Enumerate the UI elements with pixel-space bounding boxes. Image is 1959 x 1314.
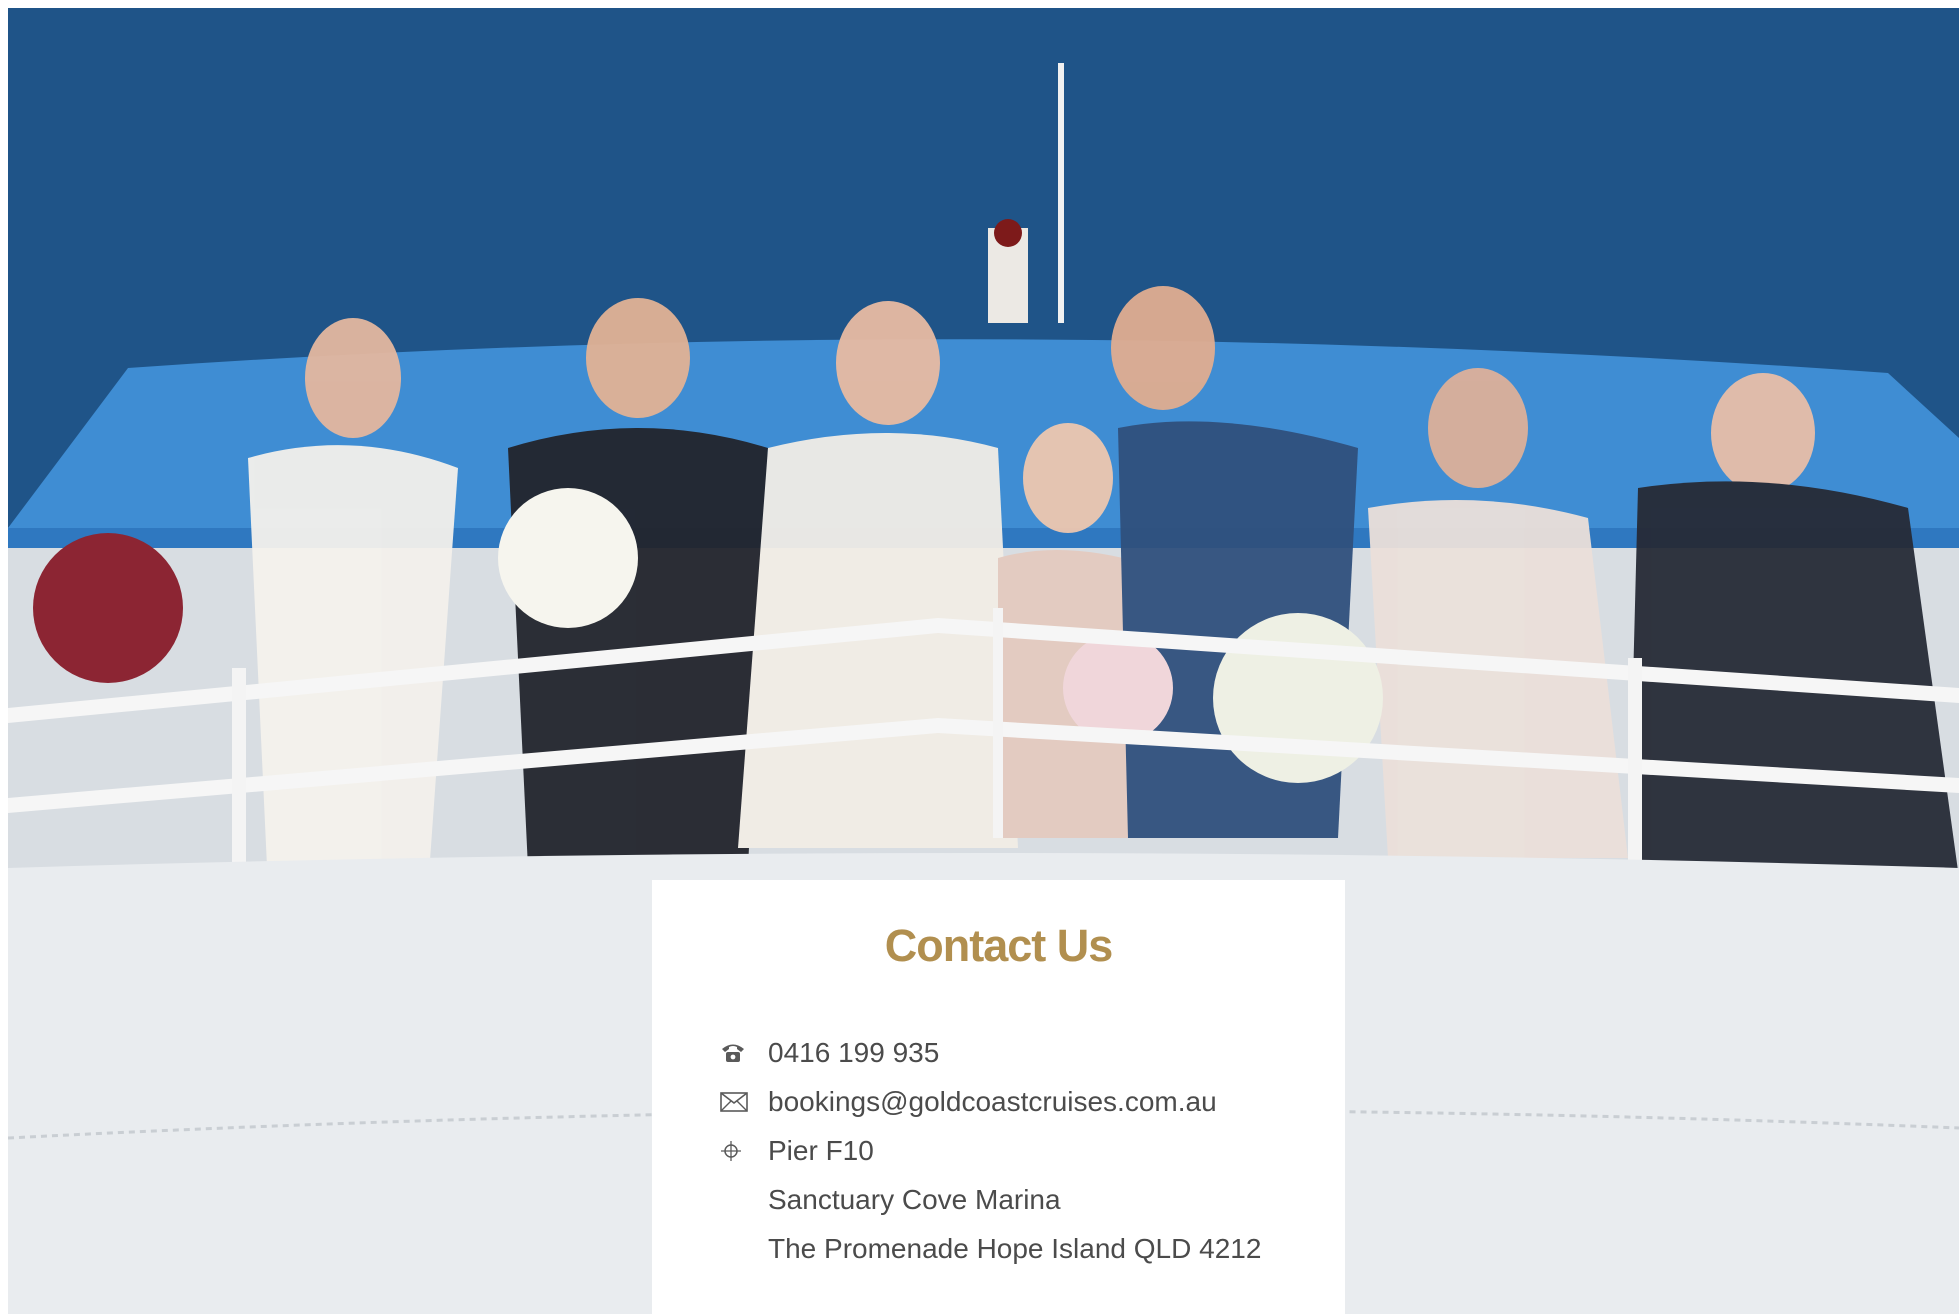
- contact-card: Contact Us 0416 199 935 bookings@goldcoa…: [652, 880, 1345, 1314]
- phone-number: 0416 199 935: [768, 1036, 940, 1068]
- address-line-2: Sanctuary Cove Marina: [768, 1183, 1061, 1215]
- contact-phone-row[interactable]: 0416 199 935: [720, 1028, 1325, 1077]
- page-frame: Contact Us 0416 199 935 bookings@goldcoa…: [8, 8, 1959, 1314]
- phone-icon: [720, 1042, 768, 1064]
- envelope-icon: [720, 1091, 768, 1112]
- address-line-1: Pier F10: [768, 1134, 874, 1166]
- email-link[interactable]: bookings@goldcoastcruises.com.au: [768, 1086, 1217, 1118]
- contact-address-row: Pier F10: [720, 1126, 1325, 1175]
- contact-list: 0416 199 935 bookings@goldcoastcruises.c…: [720, 1028, 1325, 1273]
- address-line-3: The Promenade Hope Island QLD 4212: [768, 1232, 1262, 1264]
- contact-title: Contact Us: [884, 920, 1114, 971]
- location-icon: [720, 1140, 768, 1162]
- contact-address-row-3: The Promenade Hope Island QLD 4212: [720, 1224, 1325, 1273]
- contact-email-row[interactable]: bookings@goldcoastcruises.com.au: [720, 1077, 1325, 1126]
- contact-address-row-2: Sanctuary Cove Marina: [720, 1175, 1325, 1224]
